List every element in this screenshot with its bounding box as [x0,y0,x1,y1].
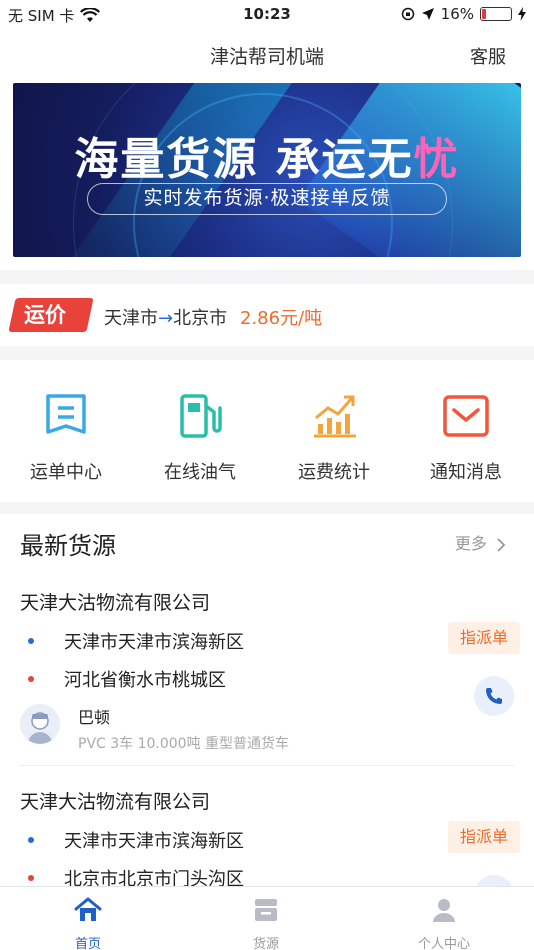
tab-home[interactable]: 首页 [38,895,138,950]
tab-label: 货源 [252,937,279,950]
tab-bar: 首页 货源 个人中心 [0,886,534,950]
route-arrow-icon: → [158,308,174,329]
battery-icon [480,7,512,21]
destination-text: 河北省衡水市桃城区 [64,670,226,691]
customer-service-button[interactable]: 客服 [470,43,506,69]
menu-item-notifications[interactable]: 通知消息 [406,392,526,484]
quick-menu: 运单中心 在线油气 运费统计 通知消息 [0,360,534,502]
menu-item-gas[interactable]: 在线油气 [140,392,260,484]
tab-label: 个人中心 [417,937,470,950]
menu-label: 在线油气 [164,462,236,483]
user-icon [433,899,455,922]
mail-icon [443,395,489,437]
contact-name: 巴顿 [78,708,111,727]
driver-avatar-icon [28,712,52,744]
menu-label: 通知消息 [430,462,502,483]
banner-headline: 海量货源 承运无忧 [13,123,521,187]
home-icon [74,897,102,921]
call-button[interactable] [474,676,514,716]
section-title: 最新货源 [20,532,116,560]
more-link[interactable]: 更多 [455,530,506,554]
more-label: 更多 [454,534,487,553]
location-icon [421,8,434,20]
phone-icon [486,688,502,704]
assigned-badge: 指派单 [448,821,520,853]
origin-text: 天津市天津市滨海新区 [64,831,244,852]
assigned-badge: 指派单 [448,622,520,654]
battery-percent: 16% [440,5,474,23]
freight-tag: 运价 [8,298,94,332]
freight-tag-label: 运价 [24,303,66,327]
headline-part3: 忧 [413,134,460,185]
card-divider [20,765,514,766]
orientation-lock-icon [401,7,414,21]
destination-dot-icon [28,875,34,881]
freight-route: 天津市→北京市 [104,304,227,330]
company-name: 天津大沽物流有限公司 [20,592,211,614]
menu-item-freight-stats[interactable]: 运费统计 [274,392,394,484]
avatar [20,704,60,744]
tab-profile[interactable]: 个人中心 [394,895,494,950]
tab-label: 首页 [74,937,101,950]
page-title: 津沽帮司机端 [209,46,324,68]
route-to: 北京市 [173,308,228,329]
menu-item-waybill[interactable]: 运单中心 [6,392,126,484]
banner-subtitle: 实时发布货源·极速接单反馈 [87,183,447,215]
tab-cargo[interactable]: 货源 [216,895,316,950]
freight-price-row[interactable]: 运价 天津市→北京市 2.86元/吨 [0,284,534,346]
destination-row: 河北省衡水市桃城区 [28,666,226,692]
headline-part1: 海量货源 [74,134,259,185]
headline-part2: 承运无 [275,134,414,185]
latest-goods-section: 最新货源 更多 天津大沽物流有限公司 天津市天津市滨海新区 指派单 河北省衡水市… [0,514,534,915]
battery-level [482,9,486,19]
company-name: 天津大沽物流有限公司 [20,791,211,813]
chevron-right-icon [497,537,506,552]
banner-section: 海量货源 承运无忧 实时发布货源·极速接单反馈 [0,80,534,270]
charging-icon [518,7,526,21]
freight-price: 2.86元/吨 [240,308,323,329]
status-bar: 无 SIM 卡 10:23 16% [0,0,534,30]
origin-text: 天津市天津市滨海新区 [64,632,244,653]
origin-dot-icon [28,837,34,843]
cargo-description: PVC 3车 10.000吨 重型普通货车 [78,736,290,752]
origin-row: 天津市天津市滨海新区 [28,628,244,654]
destination-dot-icon [28,676,34,682]
waybill-icon [46,394,86,434]
origin-row: 天津市天津市滨海新区 [28,827,244,853]
menu-label: 运单中心 [30,462,102,483]
chart-icon [314,395,356,438]
nav-bar: 津沽帮司机端 客服 [0,30,534,80]
origin-dot-icon [28,638,34,644]
menu-label: 运费统计 [298,462,370,483]
app-screen: 无 SIM 卡 10:23 16% 津沽帮司机端 客服 海量货源 承运无忧 实时… [0,0,534,950]
promo-banner[interactable]: 海量货源 承运无忧 实时发布货源·极速接单反馈 [13,83,521,257]
goods-card[interactable]: 天津大沽物流有限公司 天津市天津市滨海新区 指派单 北京市北京市门头沟区 [0,787,534,915]
route-from: 天津市 [104,308,158,329]
goods-card[interactable]: 天津大沽物流有限公司 天津市天津市滨海新区 指派单 河北省衡水市桃城区 巴顿 P… [0,588,534,768]
gas-pump-icon [180,394,222,438]
cargo-icon [255,899,277,921]
status-right: 16% [401,5,526,23]
